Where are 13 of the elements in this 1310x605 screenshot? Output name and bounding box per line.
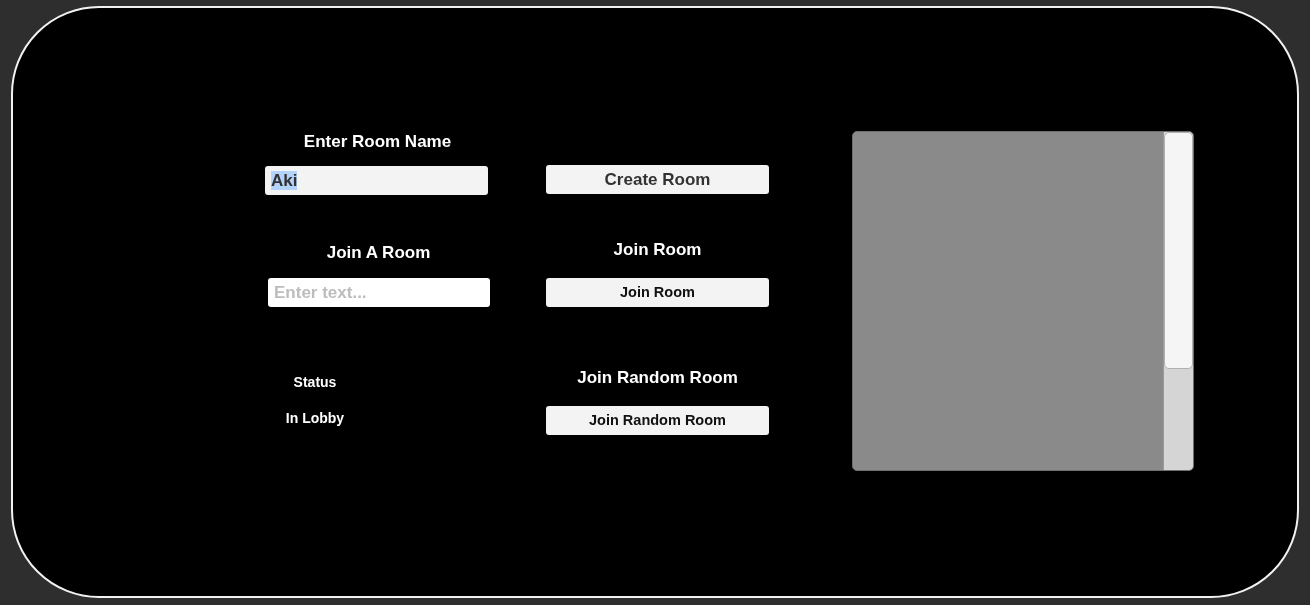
join-random-heading: Join Random Room	[577, 368, 738, 388]
scrollbar-track[interactable]	[1163, 132, 1193, 470]
create-room-button[interactable]: Create Room	[546, 165, 769, 194]
join-random-button[interactable]: Join Random Room	[546, 406, 769, 435]
join-room-heading: Join Room	[613, 240, 702, 260]
room-name-label: Enter Room Name	[303, 132, 452, 152]
join-room-button[interactable]: Join Room	[546, 278, 769, 307]
room-name-field[interactable]: Aki	[265, 166, 488, 195]
status-value: In Lobby	[284, 410, 346, 427]
status-label: Status	[292, 374, 338, 391]
scrollbar-handle[interactable]	[1164, 132, 1193, 369]
room-code-field[interactable]: Enter text...	[268, 278, 490, 307]
join-room-label: Join A Room	[326, 243, 431, 263]
